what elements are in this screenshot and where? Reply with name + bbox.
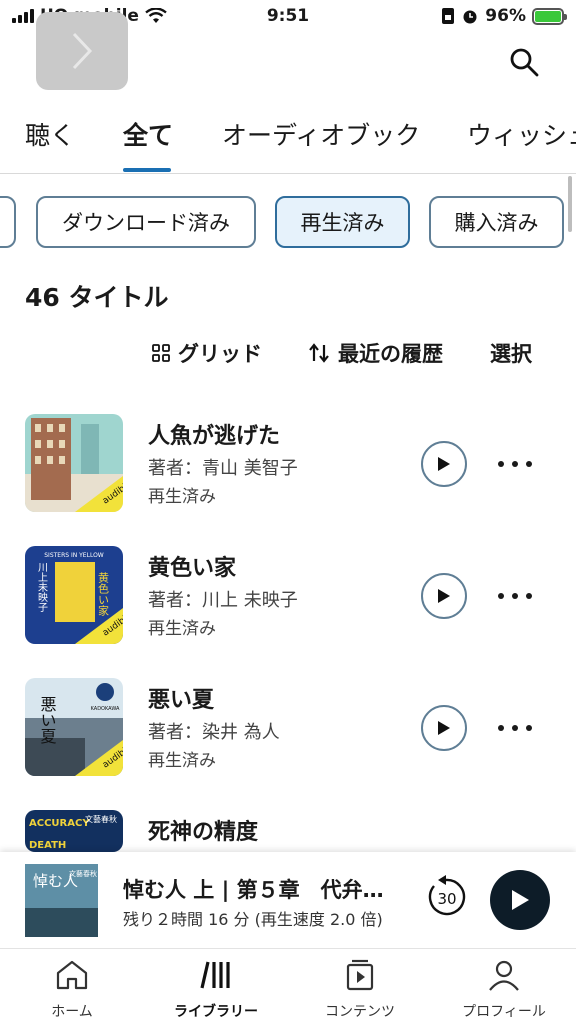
scrollbar[interactable] <box>568 176 572 232</box>
book-cover: ACCURACY DEATH 文藝春秋 <box>25 810 123 852</box>
battery-icon <box>532 7 567 25</box>
book-author: 著者：川上 未映子 <box>148 590 298 611</box>
now-playing-cover: 悼む人 文藝春秋 <box>25 864 98 937</box>
grid-view-button[interactable]: グリッド <box>152 338 262 368</box>
book-author: 著者：染井 為人 <box>148 722 280 743</box>
played-status: 再生済み <box>148 487 216 507</box>
book-title: 悪い夏 <box>148 688 215 713</box>
rewind-30-icon: 30 <box>428 875 466 916</box>
more-options-button[interactable] <box>498 454 532 474</box>
tab-listen[interactable]: 聴く <box>25 116 75 152</box>
nav-home-label: ホーム <box>51 1004 93 1020</box>
tab-bar: 聴く 全て オーディオブック ウィッシュ <box>0 110 576 174</box>
list-item[interactable]: audible 人魚が逃げた 著者：青山 美智子 再生済み <box>0 414 576 514</box>
filter-chip-partial[interactable] <box>0 196 16 248</box>
home-icon <box>56 960 88 990</box>
title-count: 46 タイトル <box>25 283 169 312</box>
list-toolbar: グリッド 最近の履歴 選択 <box>0 338 576 372</box>
rewind-button[interactable]: 30 <box>424 874 470 920</box>
filter-chips: ダウンロード済み 再生済み 購入済み <box>0 196 576 250</box>
sort-icon <box>309 343 329 363</box>
tab-wishlist[interactable]: ウィッシュ <box>467 116 576 152</box>
book-title: 黄色い家 <box>148 556 237 581</box>
content-icon <box>346 959 374 991</box>
library-icon <box>200 961 230 989</box>
filter-played[interactable]: 再生済み <box>275 196 410 248</box>
profile-icon <box>489 960 519 991</box>
publisher-label: 文藝春秋 <box>69 869 97 878</box>
search-icon[interactable] <box>508 46 540 78</box>
chevron-right-icon <box>72 32 93 70</box>
filter-downloaded[interactable]: ダウンロード済み <box>36 196 256 248</box>
book-cover: SISTERS IN YELLOW 黄色い家 川上未映子 audible <box>25 546 123 644</box>
cover-english-title: SISTERS IN YELLOW <box>44 552 104 559</box>
grid-icon <box>152 344 170 362</box>
play-icon <box>512 890 529 910</box>
nav-content[interactable]: コンテンツ <box>300 959 420 1021</box>
nav-home[interactable]: ホーム <box>12 959 132 1021</box>
cover-author: 川上未映子 <box>36 562 48 612</box>
portrait-lock-icon <box>442 8 455 24</box>
select-button[interactable]: 選択 <box>490 338 532 368</box>
select-label: 選択 <box>490 342 532 366</box>
tab-all[interactable]: 全て <box>123 116 173 152</box>
back-button[interactable] <box>36 12 128 90</box>
nav-content-label: コンテンツ <box>325 1004 395 1020</box>
filter-purchased[interactable]: 購入済み <box>429 196 564 248</box>
nav-profile[interactable]: プロフィール <box>444 959 564 1021</box>
mini-play-button[interactable] <box>490 870 550 930</box>
now-playing-remaining: 残り２時間 16 分 (再生速度 2.0 倍) <box>123 910 383 929</box>
book-cover: 悪い夏 KADOKAWA audible <box>25 678 123 776</box>
play-button[interactable] <box>421 573 467 619</box>
now-playing-title: 悼む人 上 | 第５章 代弁… <box>123 878 384 902</box>
bottom-navigation: ホーム ライブラリー コンテンツ プロフィール <box>0 948 576 1024</box>
played-status: 再生済み <box>148 751 216 771</box>
sort-label: 最近の履歴 <box>338 342 443 366</box>
play-icon <box>438 721 450 735</box>
active-tab-indicator <box>123 168 171 172</box>
publisher-logo: KADOKAWA <box>91 706 120 712</box>
play-button[interactable] <box>421 705 467 751</box>
cover-title: 黄色い家 <box>97 571 110 616</box>
rewind-seconds: 30 <box>437 890 456 908</box>
mini-player[interactable]: 悼む人 文藝春秋 悼む人 上 | 第５章 代弁… 残り２時間 16 分 (再生速… <box>0 852 576 948</box>
sort-button[interactable]: 最近の履歴 <box>308 338 443 368</box>
alarm-icon <box>463 10 477 24</box>
book-title: 人魚が逃げた <box>148 424 281 449</box>
play-icon <box>438 589 450 603</box>
battery-percent: 96% <box>485 6 526 26</box>
more-options-button[interactable] <box>498 718 532 738</box>
played-status: 再生済み <box>148 619 216 639</box>
list-item[interactable]: 悪い夏 KADOKAWA audible 悪い夏 著者：染井 為人 再生済み <box>0 678 576 778</box>
more-options-button[interactable] <box>498 586 532 606</box>
play-icon <box>438 457 450 471</box>
cover-english-subtitle: DEATH <box>29 840 66 851</box>
nav-library[interactable]: ライブラリー <box>156 959 276 1021</box>
list-item[interactable]: SISTERS IN YELLOW 黄色い家 川上未映子 audible 黄色い… <box>0 546 576 646</box>
cover-title: 悪い夏 <box>38 696 57 744</box>
book-cover: audible <box>25 414 123 512</box>
play-button[interactable] <box>421 441 467 487</box>
nav-library-label: ライブラリー <box>174 1004 258 1020</box>
cover-english-title: ACCURACY <box>29 818 90 829</box>
publisher-label: 文藝春秋 <box>85 814 117 824</box>
book-author: 著者：青山 美智子 <box>148 458 298 479</box>
book-title: 死神の精度 <box>148 820 259 845</box>
nav-profile-label: プロフィール <box>462 1004 546 1020</box>
tab-audiobooks[interactable]: オーディオブック <box>222 116 420 152</box>
grid-label: グリッド <box>178 342 262 366</box>
